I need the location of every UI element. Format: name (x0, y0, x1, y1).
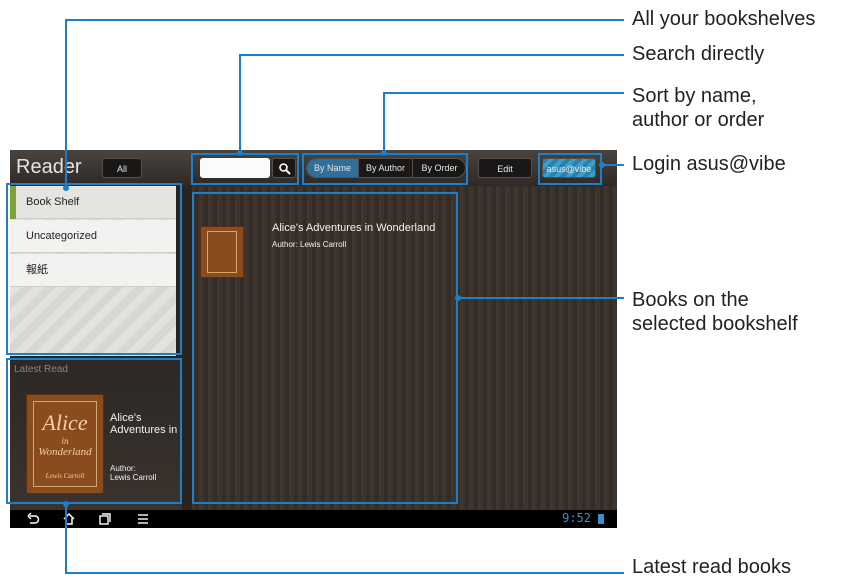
callout-sort-line2: author or order (632, 109, 765, 131)
callout-login: Login asus@vibe (632, 153, 786, 175)
callout-books-line1: Books on the (632, 289, 749, 311)
callout-latest: Latest read books (632, 556, 791, 578)
callout-sort-line1: Sort by name, (632, 85, 757, 107)
callout-books-line2: selected bookshelf (632, 313, 798, 335)
callout-search: Search directly (632, 43, 765, 65)
callout-bookshelves: All your bookshelves (632, 8, 816, 30)
